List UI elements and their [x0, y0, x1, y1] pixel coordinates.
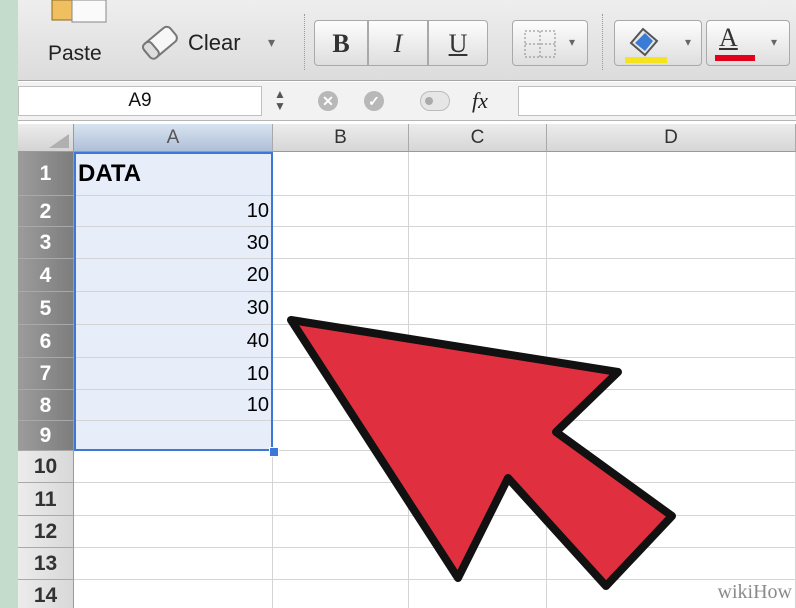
wikihow-watermark: wikiHow — [717, 581, 792, 603]
red-pointer-arrow-icon — [287, 316, 676, 590]
screenshot-frame: Paste Clear ▾ B I U ▾ ▾ A ▾ A9 ▲ ▼ ✕ ✓ f… — [0, 0, 796, 608]
spreadsheet-app: Paste Clear ▾ B I U ▾ ▾ A ▾ A9 ▲ ▼ ✕ ✓ f… — [18, 0, 796, 608]
